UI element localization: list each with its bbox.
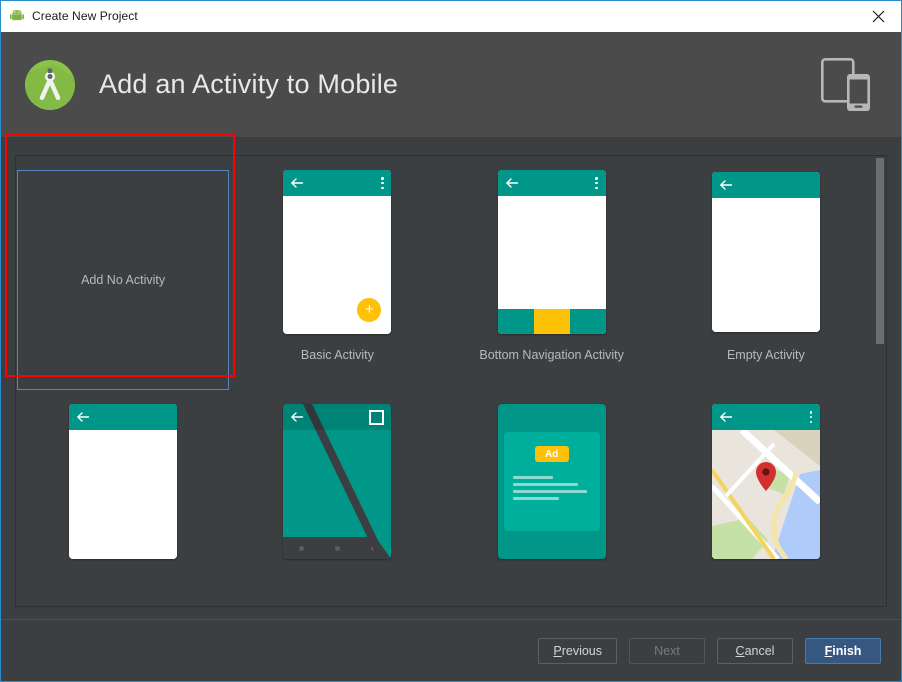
phone-content: + [283, 196, 392, 334]
fullscreen-icon [369, 409, 385, 425]
google-maps-activity-thumb [711, 404, 820, 564]
page-title: Add an Activity to Mobile [99, 69, 399, 99]
phone-content [497, 196, 606, 334]
window-titlebar: Create New Project [1, 1, 901, 32]
floating-action-button-icon: + [357, 298, 382, 322]
previous-button[interactable]: Previous [538, 637, 617, 664]
gallery-item-row2-1[interactable] [16, 404, 230, 604]
overflow-menu-icon [380, 176, 384, 190]
bottom-nav-segment [569, 309, 606, 334]
cancel-button-mnemonic: C [735, 643, 745, 658]
activity-gallery-area: Add No Activity + Basic Activity Bottom … [1, 133, 901, 619]
app-bar [711, 172, 820, 198]
back-arrow-icon [291, 412, 304, 422]
overflow-menu-icon [595, 176, 599, 190]
dialog-footer: Previous Next Cancel Finish [1, 619, 901, 681]
map-illustration-icon [711, 430, 820, 559]
phone-frame: + [283, 170, 392, 334]
window-title: Create New Project [32, 9, 138, 23]
previous-button-mnemonic: P [553, 643, 562, 658]
vertical-scrollbar[interactable] [873, 156, 886, 606]
phone-frame [283, 404, 392, 559]
phone-frame [497, 170, 606, 334]
bottom-navigation-activity-thumb [497, 170, 606, 334]
fullscreen-row2-item1-thumb [69, 404, 178, 564]
ad-card: Ad [503, 432, 600, 531]
admob-ads-activity-thumb: Ad [497, 404, 606, 564]
next-button[interactable]: Next [629, 637, 705, 664]
close-icon [872, 10, 884, 22]
back-arrow-icon [719, 180, 733, 190]
gallery-item-label: Empty Activity [726, 348, 805, 362]
gallery-item-basic-activity[interactable]: + Basic Activity [230, 156, 444, 404]
map-graphic [711, 430, 820, 559]
close-window-button[interactable] [855, 2, 901, 31]
bottom-nav-segment [497, 309, 534, 334]
plus-icon: + [364, 301, 374, 318]
bottom-nav-segment-active [533, 309, 570, 334]
ad-text-line [512, 483, 579, 486]
gallery-item-admob-ads-activity[interactable]: Ad [445, 404, 659, 604]
finish-button-label: inish [832, 643, 862, 658]
finish-button[interactable]: Finish [805, 637, 881, 664]
gallery-item-add-no-activity[interactable]: Add No Activity [16, 156, 230, 404]
ad-text-line [512, 490, 587, 493]
app-bar [283, 170, 392, 196]
phone-content [711, 198, 820, 332]
gallery-item-label: Bottom Navigation Activity [479, 348, 624, 362]
activity-gallery-frame: Add No Activity + Basic Activity Bottom … [15, 155, 887, 607]
ad-badge: Ad [534, 446, 569, 462]
ad-text-line [512, 476, 554, 479]
add-no-activity-box[interactable]: Add No Activity [17, 170, 230, 390]
cancel-button[interactable]: Cancel [717, 637, 793, 664]
back-arrow-icon [505, 178, 518, 188]
back-arrow-icon [291, 178, 304, 188]
gallery-item-empty-activity[interactable]: Empty Activity [659, 156, 873, 404]
activity-gallery-scroll[interactable]: Add No Activity + Basic Activity Bottom … [16, 156, 873, 606]
create-new-project-dialog: Create New Project Add an Activity to Mo… [0, 0, 902, 682]
phone-frame [711, 172, 820, 332]
fullscreen-activity-thumb [283, 404, 392, 564]
basic-activity-thumb: + [283, 170, 392, 334]
app-bar [497, 170, 606, 196]
app-bar [283, 404, 392, 430]
back-arrow-icon [719, 412, 733, 422]
activity-grid: Add No Activity + Basic Activity Bottom … [16, 156, 873, 604]
bottom-navigation-bar [497, 309, 606, 334]
previous-button-label: revious [561, 643, 602, 658]
gallery-item-google-maps-activity[interactable] [659, 404, 873, 604]
gallery-item-bottom-navigation-activity[interactable]: Bottom Navigation Activity [445, 156, 659, 404]
next-button-label: Next [654, 643, 680, 658]
phone-frame [69, 404, 178, 559]
android-studio-logo-icon [23, 58, 77, 112]
empty-activity-thumb [711, 170, 820, 334]
vertical-scrollbar-thumb[interactable] [876, 158, 884, 344]
tablet-and-phone-icon [820, 57, 873, 113]
add-no-activity-label: Add No Activity [81, 273, 166, 287]
dialog-header: Add an Activity to Mobile [1, 32, 901, 137]
finish-button-mnemonic: F [824, 643, 833, 658]
gallery-item-label: Basic Activity [300, 348, 374, 362]
app-bar [711, 404, 820, 430]
phone-frame [711, 404, 820, 559]
back-arrow-icon [77, 412, 90, 422]
gallery-item-fullscreen-activity[interactable] [230, 404, 444, 604]
phone-content [69, 430, 178, 559]
phone-frame: Ad [497, 404, 606, 559]
cancel-button-label: ancel [744, 643, 775, 658]
app-bar [69, 404, 178, 430]
ad-text-line [512, 497, 560, 500]
android-robot-icon [9, 8, 25, 24]
overflow-menu-icon [809, 410, 813, 424]
